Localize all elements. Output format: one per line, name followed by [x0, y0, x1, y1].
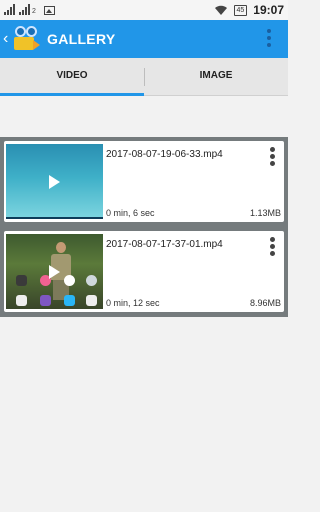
sim-slot-label: 2 — [32, 8, 36, 15]
clock: 19:07 — [253, 3, 284, 17]
tab-video[interactable]: VIDEO — [0, 58, 144, 96]
video-size: 1.13MB — [249, 208, 281, 218]
more-vert-icon[interactable] — [266, 29, 272, 49]
video-item[interactable]: 2017-08-07-19-06-33.mp4 0 min, 6 sec 1.1… — [4, 141, 284, 222]
tab-image[interactable]: IMAGE — [144, 58, 288, 95]
tab-divider — [144, 68, 145, 86]
play-icon — [49, 175, 60, 189]
battery-icon: 45 — [233, 4, 248, 16]
video-file-name: 2017-08-07-19-06-33.mp4 — [106, 149, 223, 160]
video-file-name: 2017-08-07-17-37-01.mp4 — [106, 239, 223, 250]
image-notification-icon — [43, 6, 55, 15]
signal-icon-2 — [19, 3, 30, 15]
video-item[interactable]: 2017-08-07-17-37-01.mp4 0 min, 12 sec 8.… — [4, 231, 284, 312]
video-duration: 0 min, 6 sec — [106, 208, 155, 218]
video-thumbnail[interactable] — [6, 234, 103, 309]
item-more-vert-icon[interactable] — [269, 237, 275, 258]
video-duration: 0 min, 12 sec — [106, 298, 160, 308]
app-bar: ‹ GALLERY — [0, 20, 288, 58]
video-thumbnail[interactable] — [6, 144, 103, 219]
item-more-vert-icon[interactable] — [269, 147, 275, 168]
signal-icon — [4, 3, 15, 15]
tab-bar: VIDEO IMAGE — [0, 58, 288, 96]
gallery-logo-icon — [13, 26, 41, 52]
video-size: 8.96MB — [249, 298, 281, 308]
wifi-icon — [214, 5, 227, 15]
status-bar: 2 45 19:07 — [0, 0, 288, 20]
app-title: GALLERY — [47, 31, 116, 47]
video-list: 2017-08-07-19-06-33.mp4 0 min, 6 sec 1.1… — [0, 137, 288, 317]
play-icon — [49, 265, 60, 279]
chevron-left-icon[interactable]: ‹ — [3, 30, 11, 48]
